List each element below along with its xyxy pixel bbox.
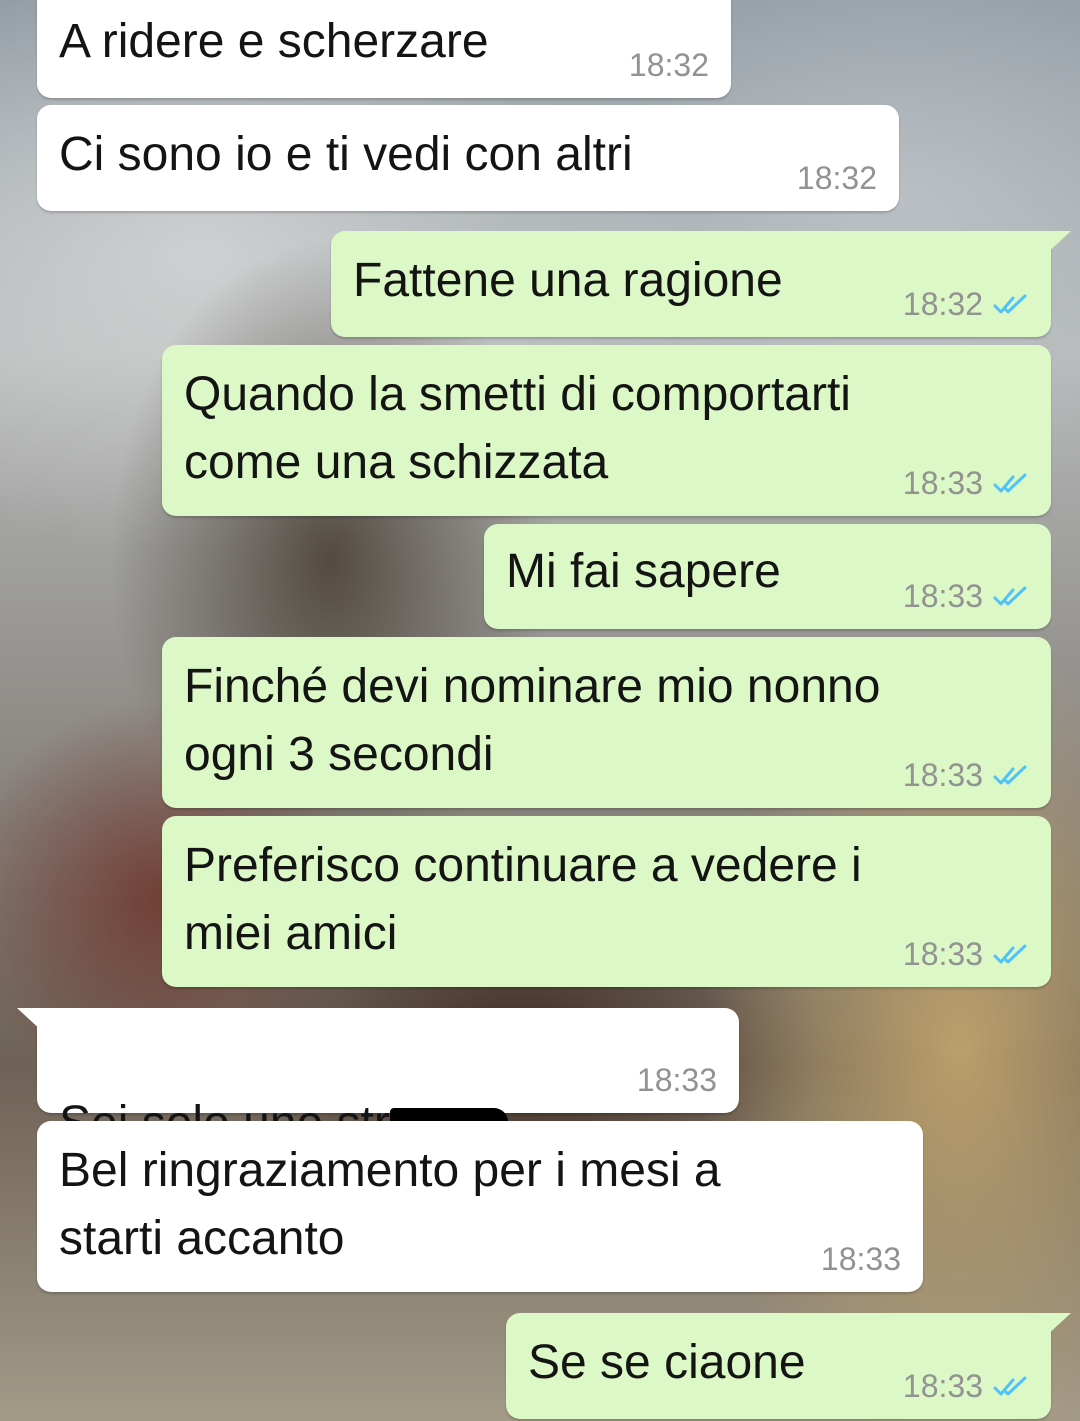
message-meta: 18:33 [903, 578, 1029, 615]
incoming-message[interactable]: Bel ringraziamento per i mesi a starti a… [37, 1121, 923, 1292]
message-time: 18:33 [902, 1368, 983, 1404]
message-meta: 18:33 [903, 465, 1029, 502]
double-check-icon [993, 1376, 1027, 1395]
double-check-icon [993, 765, 1027, 784]
outgoing-message[interactable]: Mi fai sapere 18:33 [484, 524, 1051, 629]
message-text: Ci sono io e ti vedi con altri [59, 128, 633, 181]
message-text: Bel ringraziamento per i mesi a starti a… [59, 1144, 721, 1265]
outgoing-message[interactable]: Finché devi nominare mio nonno ogni 3 se… [162, 637, 1051, 808]
double-check-icon [993, 944, 1027, 963]
message-meta: 18:32 [629, 47, 709, 84]
message-text: Mi fai sapere [506, 545, 781, 598]
message-meta: 18:33 [821, 1241, 901, 1278]
message-time: 18:32 [628, 47, 709, 83]
message-time: 18:33 [902, 936, 983, 972]
incoming-message[interactable]: Sei solo uno str 18:33 [17, 1008, 739, 1150]
message-text: Finché devi nominare mio nonno ogni 3 se… [184, 660, 881, 781]
double-check-icon [993, 473, 1027, 492]
incoming-message[interactable]: Ci sono io e ti vedi con altri 18:32 [37, 105, 899, 211]
message-meta: 18:33 [903, 936, 1029, 973]
message-text: Quando la smetti di comportarti come una… [184, 368, 851, 489]
message-time: 18:33 [902, 757, 983, 793]
message-text: Preferisco continuare a vedere i miei am… [184, 839, 862, 960]
message-meta: 18:32 [797, 160, 877, 197]
message-time: 18:33 [902, 465, 983, 501]
outgoing-message[interactable]: Fattene una ragione 18:32 [331, 231, 1071, 337]
outgoing-message[interactable]: Quando la smetti di comportarti come una… [162, 345, 1051, 516]
incoming-message[interactable]: A ridere e scherzare 18:32 [37, 0, 731, 98]
message-time: 18:32 [796, 160, 877, 196]
message-time: 18:32 [902, 286, 983, 322]
outgoing-message[interactable]: Preferisco continuare a vedere i miei am… [162, 816, 1051, 987]
message-time: 18:33 [820, 1241, 901, 1277]
double-check-icon [993, 586, 1027, 605]
message-meta: 18:33 [903, 757, 1029, 794]
message-text: A ridere e scherzare [59, 15, 489, 68]
message-meta: 18:33 [903, 1368, 1029, 1405]
message-time: 18:33 [636, 1062, 717, 1098]
message-meta: 18:33 [637, 1062, 717, 1099]
message-text: Fattene una ragione [353, 254, 783, 307]
outgoing-message[interactable]: Se se ciaone 18:33 [506, 1313, 1071, 1419]
message-text: Se se ciaone [528, 1336, 806, 1389]
message-meta: 18:32 [903, 286, 1029, 323]
message-time: 18:33 [902, 578, 983, 614]
double-check-icon [993, 294, 1027, 313]
